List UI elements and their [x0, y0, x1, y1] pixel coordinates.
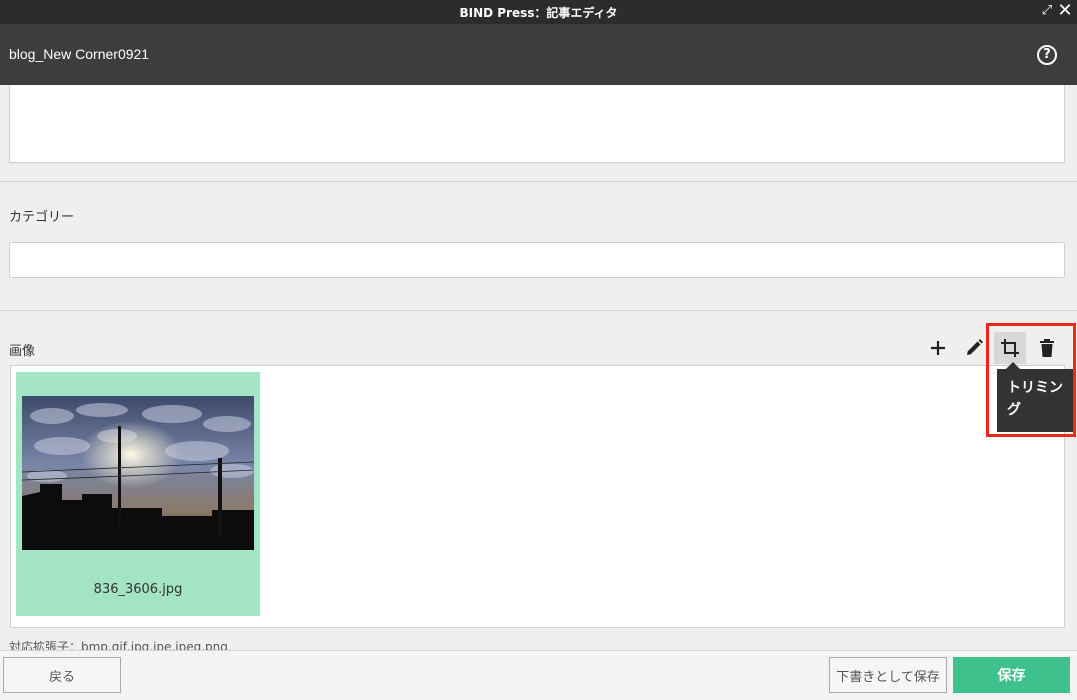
supported-extensions-note: 対応拡張子：bmp,gif,jpg,jpe,jpeg,png — [9, 640, 228, 650]
section-divider — [0, 310, 1077, 311]
category-input[interactable] — [9, 242, 1065, 278]
category-label: カテゴリー — [9, 210, 75, 225]
annotation-highlight — [986, 323, 1076, 437]
window-titlebar: BIND Press：記事エディタ ⤢ ✕ — [0, 0, 1077, 24]
image-filename: 836_3606.jpg — [93, 582, 183, 597]
window-title: BIND Press：記事エディタ — [459, 6, 618, 20]
image-thumbnail[interactable] — [22, 396, 254, 550]
expand-icon[interactable]: ⤢ — [1039, 3, 1055, 19]
plus-icon — [929, 339, 947, 357]
page-title: blog_New Corner0921 — [9, 46, 150, 62]
image-section-label: 画像 — [9, 344, 36, 359]
section-divider — [0, 181, 1077, 182]
back-button[interactable]: 戻る — [3, 657, 121, 693]
pencil-icon — [964, 338, 984, 358]
save-button[interactable]: 保存 — [953, 657, 1070, 693]
save-draft-button[interactable]: 下書きとして保存 — [829, 657, 947, 693]
body-textarea[interactable] — [9, 85, 1065, 163]
question-circle-icon[interactable]: ? — [1037, 45, 1057, 65]
add-image-button[interactable] — [922, 332, 954, 364]
close-icon[interactable]: ✕ — [1056, 2, 1074, 20]
editor-header: blog_New Corner0921 ? — [0, 24, 1077, 85]
